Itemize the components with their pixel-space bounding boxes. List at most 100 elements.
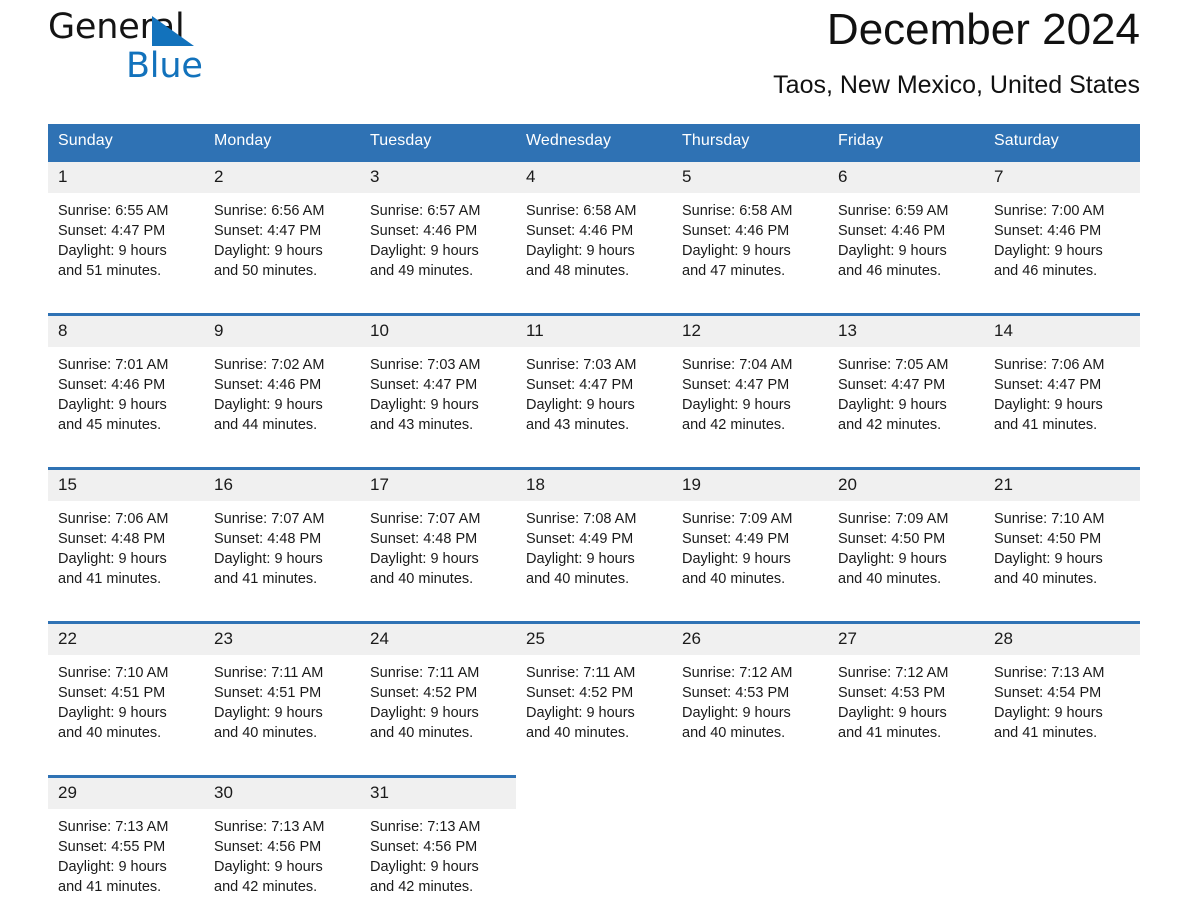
sunset-text: Sunset: 4:50 PM — [838, 531, 946, 547]
calendar-day-cell[interactable]: 6 Sunrise: 6:59 AM Sunset: 4:46 PM Daylight… — [828, 159, 984, 291]
daylight-text-line2: and 40 minutes. — [682, 725, 786, 741]
calendar-day-cell[interactable]: 18 Sunrise: 7:08 AM Sunset: 4:49 PM Dayligh… — [516, 467, 672, 599]
daylight-text-line1: Daylight: 9 hours — [994, 397, 1103, 413]
calendar-day-cell[interactable]: 2 Sunrise: 6:56 AM Sunset: 4:47 PM Daylight… — [204, 159, 360, 291]
calendar-day-cell[interactable]: 10 Sunrise: 7:03 AM Sunset: 4:47 PM Dayligh… — [360, 313, 516, 445]
daylight-text-line1: Daylight: 9 hours — [682, 243, 791, 259]
calendar-day-cell[interactable]: 11 Sunrise: 7:03 AM Sunset: 4:47 PM Dayligh… — [516, 313, 672, 445]
daylight-text-line2: and 41 minutes. — [994, 725, 1098, 741]
calendar-day-cell[interactable]: 25 Sunrise: 7:11 AM Sunset: 4:52 PM Dayligh… — [516, 621, 672, 753]
calendar-day-cell[interactable]: 5 Sunrise: 6:58 AM Sunset: 4:46 PM Daylight… — [672, 159, 828, 291]
calendar-day-cell[interactable]: 20 Sunrise: 7:09 AM Sunset: 4:50 PM Dayligh… — [828, 467, 984, 599]
sunset-text: Sunset: 4:47 PM — [526, 377, 634, 393]
sunset-text: Sunset: 4:47 PM — [838, 377, 946, 393]
calendar-day-cell[interactable]: 30 Sunrise: 7:13 AM Sunset: 4:56 PM Dayligh… — [204, 775, 360, 907]
week-spacer-cell — [48, 291, 1140, 315]
calendar-day-cell[interactable]: 31 Sunrise: 7:13 AM Sunset: 4:56 PM Dayligh… — [360, 775, 516, 907]
calendar-week-row: 8 Sunrise: 7:01 AM Sunset: 4:46 PM Daylight… — [48, 313, 1140, 445]
day-details: Sunrise: 7:07 AM Sunset: 4:48 PM Daylight:… — [204, 501, 360, 599]
calendar-day-cell[interactable]: 15 Sunrise: 7:06 AM Sunset: 4:48 PM Dayligh… — [48, 467, 204, 599]
day-details: Sunrise: 7:09 AM Sunset: 4:49 PM Daylight:… — [672, 501, 828, 599]
daylight-text-line2: and 43 minutes. — [526, 417, 630, 433]
daylight-text-line1: Daylight: 9 hours — [370, 243, 479, 259]
calendar-day-cell[interactable]: 7 Sunrise: 7:00 AM Sunset: 4:46 PM Daylight… — [984, 159, 1140, 291]
day-details: Sunrise: 7:11 AM Sunset: 4:52 PM Daylight:… — [516, 655, 672, 753]
sunrise-text: Sunrise: 7:11 AM — [370, 665, 480, 681]
calendar-day-cell[interactable]: 29 Sunrise: 7:13 AM Sunset: 4:55 PM Dayligh… — [48, 775, 204, 907]
day-number: 30 — [204, 778, 360, 809]
calendar-day-cell[interactable]: 27 Sunrise: 7:12 AM Sunset: 4:53 PM Dayligh… — [828, 621, 984, 753]
weekday-header-tuesday: Tuesday — [360, 124, 516, 161]
calendar-day-cell[interactable]: 17 Sunrise: 7:07 AM Sunset: 4:48 PM Dayligh… — [360, 467, 516, 599]
page-title: December 2024 — [826, 5, 1140, 54]
day-details: Sunrise: 7:11 AM Sunset: 4:51 PM Daylight:… — [204, 655, 360, 753]
calendar-day-cell[interactable]: 23 Sunrise: 7:11 AM Sunset: 4:51 PM Dayligh… — [204, 621, 360, 753]
daylight-text-line2: and 49 minutes. — [370, 263, 474, 279]
sunset-text: Sunset: 4:46 PM — [838, 223, 946, 239]
calendar-day-cell[interactable]: 4 Sunrise: 6:58 AM Sunset: 4:46 PM Daylight… — [516, 159, 672, 291]
day-details: Sunrise: 6:56 AM Sunset: 4:47 PM Daylight:… — [204, 193, 360, 291]
daylight-text-line1: Daylight: 9 hours — [526, 397, 635, 413]
daylight-text-line1: Daylight: 9 hours — [58, 243, 167, 259]
calendar-day-cell[interactable]: 28 Sunrise: 7:13 AM Sunset: 4:54 PM Dayligh… — [984, 621, 1140, 753]
day-details: Sunrise: 6:58 AM Sunset: 4:46 PM Daylight:… — [516, 193, 672, 291]
day-details: Sunrise: 7:13 AM Sunset: 4:56 PM Daylight:… — [360, 809, 516, 907]
calendar-empty-cell — [984, 777, 1140, 908]
calendar-day-cell[interactable]: 26 Sunrise: 7:12 AM Sunset: 4:53 PM Dayligh… — [672, 621, 828, 753]
calendar-day-cell[interactable]: 14 Sunrise: 7:06 AM Sunset: 4:47 PM Dayligh… — [984, 313, 1140, 445]
sunrise-text: Sunrise: 6:58 AM — [682, 203, 793, 219]
sunrise-text: Sunrise: 7:06 AM — [58, 511, 169, 527]
week-spacer-cell — [48, 445, 1140, 469]
page-subtitle: Taos, New Mexico, United States — [773, 71, 1140, 99]
sunset-text: Sunset: 4:49 PM — [526, 531, 634, 547]
sunrise-text: Sunrise: 7:07 AM — [370, 511, 481, 527]
day-number: 31 — [360, 778, 516, 809]
logo-triangle-icon — [152, 16, 194, 46]
daylight-text-line2: and 44 minutes. — [214, 417, 318, 433]
day-details: Sunrise: 7:05 AM Sunset: 4:47 PM Daylight:… — [828, 347, 984, 445]
calendar-day-cell[interactable]: 13 Sunrise: 7:05 AM Sunset: 4:47 PM Dayligh… — [828, 313, 984, 445]
day-number: 13 — [828, 316, 984, 347]
sunrise-text: Sunrise: 7:13 AM — [370, 819, 481, 835]
sunset-text: Sunset: 4:47 PM — [370, 377, 478, 393]
day-details: Sunrise: 7:06 AM Sunset: 4:48 PM Daylight:… — [48, 501, 204, 599]
calendar-day-cell[interactable]: 3 Sunrise: 6:57 AM Sunset: 4:46 PM Daylight… — [360, 159, 516, 291]
daylight-text-line2: and 42 minutes. — [370, 879, 474, 895]
calendar-day-cell[interactable]: 16 Sunrise: 7:07 AM Sunset: 4:48 PM Dayligh… — [204, 467, 360, 599]
day-details: Sunrise: 7:04 AM Sunset: 4:47 PM Daylight:… — [672, 347, 828, 445]
day-number: 8 — [48, 316, 204, 347]
daylight-text-line1: Daylight: 9 hours — [838, 397, 947, 413]
day-number: 20 — [828, 470, 984, 501]
daylight-text-line2: and 41 minutes. — [214, 571, 318, 587]
day-number: 7 — [984, 162, 1140, 193]
day-number: 21 — [984, 470, 1140, 501]
calendar-day-cell[interactable]: 9 Sunrise: 7:02 AM Sunset: 4:46 PM Daylight… — [204, 313, 360, 445]
calendar-day-cell[interactable]: 12 Sunrise: 7:04 AM Sunset: 4:47 PM Dayligh… — [672, 313, 828, 445]
daylight-text-line1: Daylight: 9 hours — [58, 397, 167, 413]
calendar-day-cell[interactable]: 21 Sunrise: 7:10 AM Sunset: 4:50 PM Dayligh… — [984, 467, 1140, 599]
daylight-text-line1: Daylight: 9 hours — [526, 705, 635, 721]
week-spacer-cell — [48, 753, 1140, 777]
daylight-text-line1: Daylight: 9 hours — [214, 859, 323, 875]
sunrise-text: Sunrise: 7:07 AM — [214, 511, 325, 527]
day-details: Sunrise: 7:03 AM Sunset: 4:47 PM Daylight:… — [360, 347, 516, 445]
calendar-empty-cell — [672, 777, 828, 908]
calendar-week-row: 29 Sunrise: 7:13 AM Sunset: 4:55 PM Dayligh… — [48, 775, 1140, 908]
day-number: 23 — [204, 624, 360, 655]
weekday-header-thursday: Thursday — [672, 124, 828, 161]
day-number: 24 — [360, 624, 516, 655]
calendar-day-cell[interactable]: 24 Sunrise: 7:11 AM Sunset: 4:52 PM Dayligh… — [360, 621, 516, 753]
daylight-text-line2: and 41 minutes. — [994, 417, 1098, 433]
sunrise-text: Sunrise: 7:10 AM — [58, 665, 169, 681]
calendar-day-cell[interactable]: 1 Sunrise: 6:55 AM Sunset: 4:47 PM Daylight… — [48, 159, 204, 291]
title-block: December 2024 Taos, New Mexico, United S… — [773, 0, 1140, 100]
logo-general-blue[interactable]: General Blue — [48, 8, 308, 94]
day-details: Sunrise: 6:59 AM Sunset: 4:46 PM Daylight:… — [828, 193, 984, 291]
calendar-week-row: 22 Sunrise: 7:10 AM Sunset: 4:51 PM Dayligh… — [48, 621, 1140, 753]
day-details: Sunrise: 7:09 AM Sunset: 4:50 PM Daylight:… — [828, 501, 984, 599]
daylight-text-line1: Daylight: 9 hours — [994, 705, 1103, 721]
sunset-text: Sunset: 4:47 PM — [58, 223, 166, 239]
calendar-day-cell[interactable]: 22 Sunrise: 7:10 AM Sunset: 4:51 PM Dayligh… — [48, 621, 204, 753]
calendar-day-cell[interactable]: 19 Sunrise: 7:09 AM Sunset: 4:49 PM Dayligh… — [672, 467, 828, 599]
calendar-day-cell[interactable]: 8 Sunrise: 7:01 AM Sunset: 4:46 PM Daylight… — [48, 313, 204, 445]
